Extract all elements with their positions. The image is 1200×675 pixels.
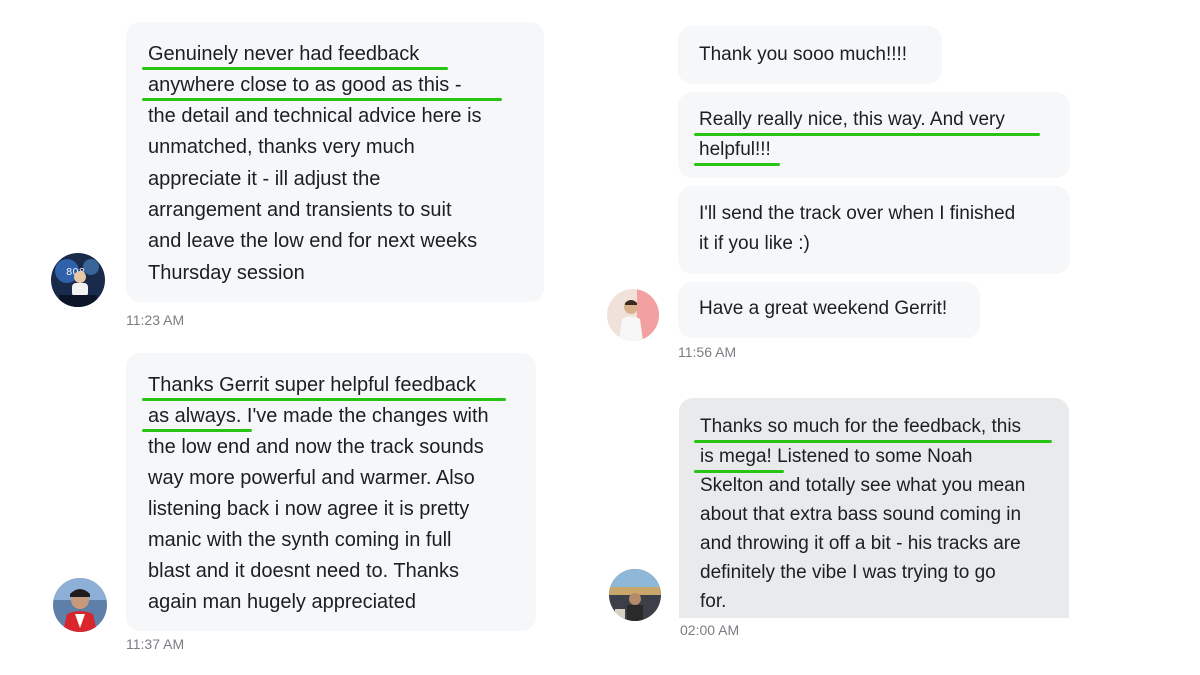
message-bubble[interactable]: Thanks so much for the feedback, this is… <box>679 398 1069 618</box>
message-line: listening back i now agree it is pretty <box>148 498 470 520</box>
timestamp: 11:56 AM <box>678 344 737 360</box>
highlight-underline <box>694 470 784 473</box>
message-line: the detail and technical advice here is <box>148 105 482 127</box>
message-line: as always. I've made the changes with <box>148 405 489 427</box>
message-line: and throwing it off a bit - his tracks a… <box>700 533 1021 554</box>
highlight-underline <box>142 398 506 401</box>
message-line: way more powerful and warmer. Also <box>148 467 475 489</box>
message-line: and leave the low end for next weeks <box>148 230 478 252</box>
message-line: arrangement and transients to suit <box>148 199 452 221</box>
avatar[interactable]: 808 <box>51 253 105 307</box>
timestamp: 11:37 AM <box>126 636 185 652</box>
avatar[interactable] <box>607 289 659 341</box>
message-line: manic with the synth coming in full <box>148 529 452 551</box>
highlight-underline <box>694 163 780 166</box>
message-line: Thursday session <box>148 262 305 284</box>
message-bubble[interactable]: Thank you sooo much!!!! <box>678 26 942 84</box>
message-line: again man hugely appreciated <box>148 591 416 613</box>
timestamp: 11:23 AM <box>126 312 185 328</box>
message-line: Genuinely never had feedback <box>148 43 420 65</box>
message-line: it if you like :) <box>699 233 810 254</box>
message-line: I'll send the track over when I finished <box>699 203 1016 224</box>
message-line: about that extra bass sound coming in <box>700 504 1022 525</box>
user-avatar-icon: 808 <box>51 253 105 307</box>
message-bubble[interactable]: Genuinely never had feedback anywhere cl… <box>126 22 544 302</box>
highlight-underline <box>142 429 252 432</box>
message-bubble[interactable]: I'll send the track over when I finished… <box>678 186 1070 274</box>
message-line: unmatched, thanks very much <box>148 136 415 158</box>
highlight-underline <box>694 133 1040 136</box>
message-line: appreciate it - ill adjust the <box>148 168 381 190</box>
message-line: Really really nice, this way. And very <box>699 109 1005 130</box>
message-line: Thanks so much for the feedback, this <box>700 416 1022 437</box>
message-line: Skelton and totally see what you mean <box>700 475 1026 496</box>
timestamp: 02:00 AM <box>680 622 740 638</box>
message-bubble[interactable]: Thanks Gerrit super helpful feedback as … <box>126 353 536 631</box>
message-bubble[interactable]: Have a great weekend Gerrit! <box>678 282 980 338</box>
highlight-underline <box>694 440 1052 443</box>
highlight-underline <box>142 98 502 101</box>
message-line: Thanks Gerrit super helpful feedback <box>148 374 476 396</box>
message-line: definitely the vibe I was trying to go <box>700 562 996 583</box>
user-avatar-icon <box>607 289 659 341</box>
highlight-underline <box>142 67 448 70</box>
avatar[interactable] <box>609 569 661 621</box>
message-line: blast and it doesnt need to. Thanks <box>148 560 459 582</box>
avatar[interactable] <box>53 578 107 632</box>
message-line: Thank you sooo much!!!! <box>699 44 908 65</box>
message-line: for. <box>700 591 727 612</box>
user-avatar-icon <box>53 578 107 632</box>
message-line: Have a great weekend Gerrit! <box>699 298 948 319</box>
user-avatar-icon <box>609 569 661 621</box>
message-line: the low end and now the track sounds <box>148 436 484 458</box>
message-line: helpful!!! <box>699 139 771 160</box>
message-line: is mega! Listened to some Noah <box>700 446 973 467</box>
message-line: anywhere close to as good as this - <box>148 74 462 96</box>
